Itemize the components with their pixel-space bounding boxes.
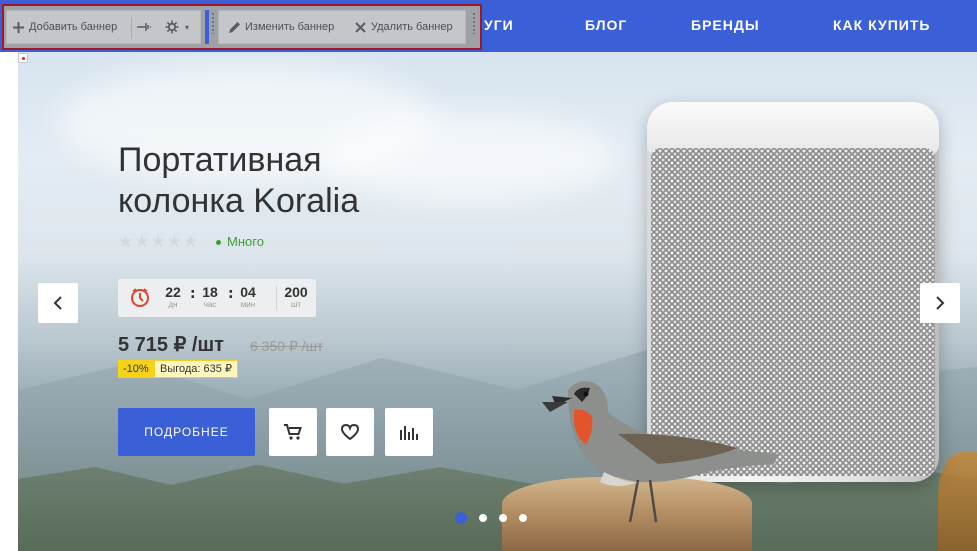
admin-toolbar: Добавить баннер ▾ Изменить баннер Удалит… bbox=[2, 4, 482, 50]
pagination-dot-3[interactable] bbox=[499, 514, 507, 522]
timer-days-label: дн bbox=[168, 300, 178, 309]
edit-banner-button[interactable]: Изменить баннер bbox=[227, 11, 334, 43]
discount-badge: -10% bbox=[118, 360, 154, 378]
add-banner-button[interactable]: Добавить баннер bbox=[11, 11, 117, 43]
timer-minutes-value: 04 bbox=[240, 284, 256, 300]
plus-icon bbox=[11, 20, 25, 34]
timer-days-value: 22 bbox=[165, 284, 181, 300]
delete-banner-label: Удалить баннер bbox=[371, 21, 453, 33]
timer-colon: : bbox=[190, 286, 196, 302]
nav-item-services[interactable]: УГИ bbox=[484, 17, 514, 33]
timer-quantity-label: шт bbox=[290, 300, 302, 309]
pagination-dot-4[interactable] bbox=[519, 514, 527, 522]
nav-item-how-to-buy[interactable]: КАК КУПИТЬ bbox=[833, 17, 930, 33]
hero-banner: Портативная колонка Koralia ★★★★★ Много … bbox=[18, 52, 977, 551]
prev-slide-button[interactable] bbox=[38, 283, 78, 323]
toolbar-grip-right[interactable] bbox=[472, 12, 476, 34]
pagination-dot-1[interactable] bbox=[455, 512, 467, 524]
pin-button[interactable] bbox=[137, 11, 155, 43]
savings-badge: Выгода: 635 ₽ bbox=[154, 360, 238, 378]
chevron-left-icon bbox=[53, 296, 62, 310]
chevron-down-icon: ▾ bbox=[185, 22, 190, 32]
cart-icon bbox=[284, 424, 302, 440]
timer-hours-label: час bbox=[203, 300, 217, 309]
product-title-line-2: колонка Koralia bbox=[118, 182, 360, 220]
timer-minutes-label: мин bbox=[240, 300, 256, 309]
clock-icon bbox=[131, 288, 149, 307]
timer-hours: 18 час bbox=[197, 284, 223, 310]
close-icon bbox=[353, 20, 367, 34]
toolbar-separator bbox=[131, 17, 132, 39]
add-to-cart-button[interactable] bbox=[269, 408, 317, 456]
timer-hours-value: 18 bbox=[202, 284, 218, 300]
details-button[interactable]: ПОДРОБНЕЕ bbox=[118, 408, 255, 456]
speaker-top bbox=[647, 102, 939, 154]
add-banner-label: Добавить баннер bbox=[29, 21, 118, 33]
countdown-timer: 22 дн : 18 час : 04 мин 200 шт bbox=[118, 279, 316, 317]
compare-button[interactable] bbox=[385, 408, 433, 456]
nav-item-blog[interactable]: БЛОГ bbox=[585, 17, 627, 33]
timer-quantity: 200 шт bbox=[280, 284, 312, 310]
delete-banner-button[interactable]: Удалить баннер bbox=[353, 11, 453, 43]
pin-icon bbox=[137, 20, 151, 34]
nav-item-brands[interactable]: БРЕНДЫ bbox=[691, 17, 760, 33]
drag-handle[interactable] bbox=[211, 12, 215, 34]
timer-divider bbox=[276, 286, 277, 310]
slide-pagination bbox=[455, 512, 527, 524]
current-price: 5 715 ₽ /шт bbox=[118, 334, 224, 356]
next-slide-button[interactable] bbox=[920, 283, 960, 323]
product-title-line-1: Портативная bbox=[118, 141, 322, 179]
chevron-right-icon bbox=[936, 296, 945, 310]
toolbar-group-edit: Изменить баннер Удалить баннер bbox=[218, 10, 466, 44]
product-title: Портативная колонка Koralia bbox=[118, 140, 478, 222]
old-price: 6 350 ₽ /шт bbox=[250, 338, 324, 354]
bird-image bbox=[542, 381, 778, 523]
add-to-favorites-button[interactable] bbox=[326, 408, 374, 456]
stock-label: Много bbox=[227, 234, 264, 249]
toolbar-divider bbox=[205, 10, 209, 44]
edit-banner-label: Изменить баннер bbox=[245, 21, 335, 33]
settings-button[interactable]: ▾ bbox=[165, 11, 189, 43]
heart-icon bbox=[340, 423, 360, 441]
bar-chart-icon bbox=[400, 426, 418, 440]
banner-leaves bbox=[938, 452, 977, 551]
timer-colon: : bbox=[228, 286, 234, 302]
stock-dot-icon bbox=[216, 240, 221, 246]
stock-status: Много bbox=[216, 234, 264, 249]
toolbar-group-add: Добавить баннер ▾ bbox=[6, 10, 201, 44]
gear-icon bbox=[165, 20, 179, 34]
timer-quantity-value: 200 bbox=[284, 284, 308, 300]
timer-days: 22 дн bbox=[160, 284, 186, 310]
pagination-dot-2[interactable] bbox=[479, 514, 487, 522]
timer-minutes: 04 мин bbox=[235, 284, 261, 310]
pencil-icon bbox=[227, 20, 241, 34]
rating-stars: ★★★★★ bbox=[118, 232, 200, 252]
edit-marker-icon[interactable] bbox=[18, 53, 28, 63]
